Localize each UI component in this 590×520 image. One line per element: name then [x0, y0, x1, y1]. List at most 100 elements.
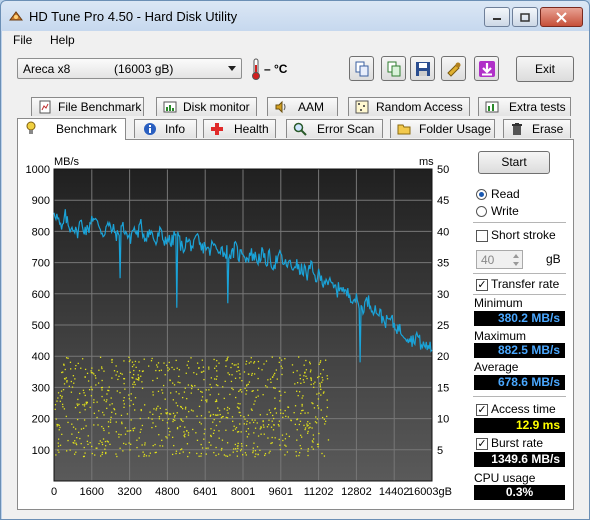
exit-button[interactable]: Exit — [516, 56, 574, 82]
tab-file-benchmark[interactable]: File Benchmark — [31, 97, 144, 116]
tab-disk-monitor[interactable]: Disk monitor — [156, 97, 257, 116]
drive-select[interactable]: Areca x8 (16003 gB) — [17, 58, 242, 79]
health-icon — [211, 123, 223, 135]
menu-help[interactable]: Help — [50, 33, 75, 47]
access-time-point — [63, 363, 65, 365]
access-time-point — [296, 439, 298, 441]
access-time-point — [206, 401, 208, 403]
transfer-rate-checkbox[interactable]: ✓ — [476, 279, 488, 291]
left-tick-label: 100 — [32, 445, 50, 457]
access-time-point — [256, 446, 259, 448]
access-time-point — [140, 409, 142, 412]
close-icon — [556, 11, 567, 23]
access-time-point — [66, 380, 68, 382]
access-time-point — [213, 429, 215, 432]
divider — [473, 396, 566, 397]
access-time-point — [123, 397, 125, 399]
access-time-point — [79, 411, 81, 414]
access-time-point — [171, 366, 173, 369]
access-time-point — [179, 382, 181, 384]
access-time-point — [166, 437, 168, 439]
access-time-point — [257, 389, 259, 391]
tab-extra-tests[interactable]: Extra tests — [478, 97, 571, 116]
access-time-point — [172, 420, 174, 423]
access-time-point — [204, 428, 206, 430]
access-time-point — [157, 362, 160, 364]
access-time-point — [242, 454, 244, 456]
maximize-button[interactable] — [512, 7, 538, 27]
access-time-point — [238, 411, 240, 414]
chevron-down-icon — [228, 66, 236, 71]
access-time-point — [128, 360, 131, 363]
access-time-point — [318, 392, 320, 394]
tab-erase[interactable]: Erase — [503, 119, 571, 138]
spin-up-icon[interactable] — [511, 252, 521, 260]
access-time-checkbox[interactable]: ✓ — [476, 404, 488, 416]
access-time-point — [109, 421, 112, 423]
access-time-point — [233, 448, 235, 450]
minimize-button[interactable] — [484, 7, 510, 27]
access-time-point — [279, 409, 282, 411]
access-time-point — [203, 438, 205, 440]
access-time-point — [251, 390, 253, 393]
access-time-point — [140, 428, 142, 431]
access-time-point — [298, 391, 301, 393]
access-time-point — [130, 399, 132, 402]
access-time-point — [302, 395, 304, 397]
access-time-point — [72, 375, 75, 377]
tab-aam[interactable]: AAM — [267, 97, 338, 116]
access-time-point — [150, 360, 153, 362]
write-radio[interactable] — [476, 206, 487, 217]
close-button[interactable] — [540, 7, 583, 27]
title-bar[interactable]: HD Tune Pro 4.50 - Hard Disk Utility — [1, 1, 589, 31]
access-time-point — [98, 410, 100, 412]
menu-file[interactable]: File — [13, 33, 32, 47]
access-time-point — [188, 367, 190, 369]
access-time-point — [272, 429, 275, 431]
tab-health[interactable]: Health — [203, 119, 276, 138]
access-time-point — [64, 368, 66, 371]
access-time-point — [279, 448, 282, 451]
start-button[interactable]: Start — [478, 151, 550, 174]
access-time-point — [135, 378, 137, 380]
burst-rate-checkbox[interactable]: ✓ — [476, 438, 488, 450]
short-stroke-input[interactable]: 40 — [476, 250, 523, 269]
tab-folder-usage[interactable]: Folder Usage — [390, 119, 495, 138]
access-time-point — [182, 451, 184, 453]
access-time-point — [110, 397, 112, 399]
save-button[interactable] — [410, 56, 435, 81]
access-time-point — [300, 447, 302, 450]
tab-error-scan[interactable]: Error Scan — [286, 119, 383, 138]
tab-info[interactable]: Info — [134, 119, 197, 138]
access-time-point — [101, 386, 104, 389]
tab-random-access[interactable]: Random Access — [348, 97, 470, 116]
access-time-point — [57, 442, 59, 444]
copy-screenshot-button[interactable] — [381, 56, 406, 81]
access-time-point — [113, 407, 115, 410]
access-time-point — [149, 452, 151, 454]
access-time-point — [244, 387, 246, 390]
access-time-point — [294, 423, 296, 426]
access-time-point — [290, 419, 292, 422]
access-time-point — [167, 427, 170, 430]
access-time-point — [148, 455, 150, 457]
access-time-point — [304, 412, 306, 414]
spin-down-icon[interactable] — [511, 260, 521, 268]
access-time-point — [101, 451, 104, 454]
tab-benchmark[interactable]: Benchmark — [17, 118, 126, 140]
short-stroke-checkbox[interactable] — [476, 230, 488, 242]
access-time-point — [102, 438, 105, 440]
read-radio[interactable] — [476, 189, 487, 200]
access-time-point — [82, 427, 85, 430]
options-button[interactable] — [441, 56, 466, 81]
access-time-point — [175, 402, 177, 404]
access-time-point — [57, 397, 59, 399]
download-button[interactable] — [474, 56, 499, 81]
copy-button[interactable] — [349, 56, 374, 81]
access-time-point — [155, 409, 157, 411]
access-time-point — [218, 362, 220, 364]
access-time-point — [187, 360, 190, 363]
access-time-point — [228, 373, 231, 376]
access-time-point — [310, 379, 313, 381]
access-time-point — [210, 444, 212, 446]
